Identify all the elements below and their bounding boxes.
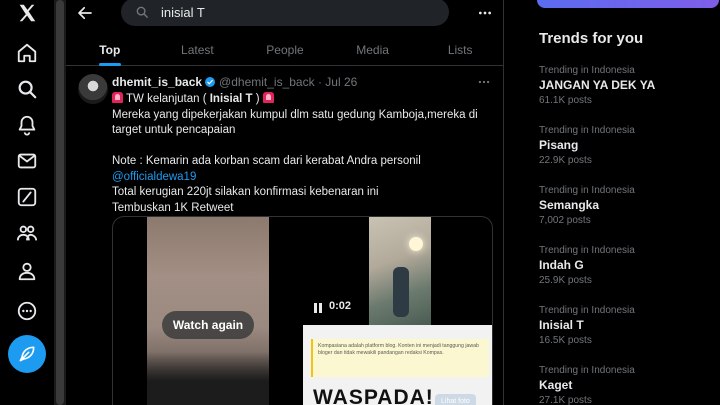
search-icon — [136, 6, 148, 18]
tweet-line: Note : Kemarin ada korban scam dari kera… — [112, 155, 421, 167]
tweet-text-segment: ) — [255, 93, 260, 105]
tweet-line: Mereka yang dipekerjakan kumpul dlm satu… — [112, 108, 478, 121]
tweet-line: Total kerugian 220jt silakan konfirmasi … — [112, 186, 379, 198]
tab-people[interactable]: People — [241, 36, 329, 65]
search-tabs: Top Latest People Media Lists — [66, 36, 503, 66]
watch-again-button[interactable]: Watch again — [162, 311, 254, 339]
trend-meta: Trending in Indonesia — [539, 365, 635, 376]
tweet-media[interactable]: Kompasiana adalah platform blog. Konten … — [112, 216, 493, 405]
tab-media[interactable]: Media — [329, 36, 417, 65]
tab-lists[interactable]: Lists — [416, 36, 503, 65]
trend-item[interactable]: Trending in Indonesia Pisang 22.9K posts — [539, 124, 709, 167]
trend-meta: Trending in Indonesia — [539, 125, 635, 136]
search-header: Top Latest People Media Lists — [66, 0, 503, 66]
search-box[interactable] — [121, 0, 449, 26]
trend-posts: 7,002 posts — [539, 215, 591, 226]
trend-meta: Trending in Indonesia — [539, 65, 635, 76]
trend-item[interactable]: Trending in Indonesia JANGAN YA DEK YA 6… — [539, 64, 709, 107]
siren-emoji-icon — [112, 92, 123, 103]
notifications-icon[interactable] — [10, 108, 44, 142]
trend-name: Semangka — [539, 198, 600, 212]
home-icon[interactable] — [10, 36, 44, 70]
trend-name: Kaget — [539, 378, 573, 392]
main-column: Top Latest People Media Lists dhemit_is_… — [66, 0, 504, 405]
scrollbar-thumb[interactable] — [56, 0, 64, 405]
tweet-text-segment: TW kelanjutan ( — [126, 93, 207, 105]
trend-meta: Trending in Indonesia — [539, 305, 635, 316]
trend-item[interactable]: Trending in Indonesia Indah G 25.9K post… — [539, 244, 709, 287]
tab-latest[interactable]: Latest — [154, 36, 242, 65]
tweet-more-icon[interactable] — [476, 74, 492, 90]
trend-item[interactable]: Trending in Indonesia Kaget 27.1K posts — [539, 364, 709, 405]
mention-link[interactable]: @officialdewa19 — [112, 170, 496, 186]
author-name[interactable]: dhemit_is_back — [112, 75, 202, 89]
pause-icon[interactable] — [313, 303, 323, 313]
messages-icon[interactable] — [10, 144, 44, 178]
verified-badge-icon — [205, 77, 216, 87]
tweet[interactable]: dhemit_is_back @dhemit_is_back · Jul 26 T… — [66, 66, 503, 405]
view-photo-button[interactable]: Lihat foto — [435, 394, 476, 405]
trend-name: Pisang — [539, 138, 579, 152]
tweet-text: TW kelanjutan ( Inisial T ) Mereka yang … — [112, 92, 496, 216]
trend-name: Indah G — [539, 258, 584, 272]
back-arrow-icon[interactable] — [74, 2, 96, 24]
more-circle-icon[interactable] — [10, 294, 44, 328]
photo-thumbnail[interactable] — [369, 217, 431, 325]
photo-light — [409, 237, 423, 251]
trend-meta: Trending in Indonesia — [539, 245, 635, 256]
feather-icon — [19, 346, 35, 362]
trend-item[interactable]: Trending in Indonesia Semangka 7,002 pos… — [539, 184, 709, 227]
trend-posts: 16.5K posts — [539, 335, 592, 346]
trend-name: Inisial T — [539, 318, 584, 332]
search-icon[interactable] — [10, 72, 44, 106]
communities-icon[interactable] — [10, 216, 44, 250]
tweet-header: dhemit_is_back @dhemit_is_back · Jul 26 — [112, 75, 357, 89]
grok-icon[interactable] — [10, 180, 44, 214]
trend-item[interactable]: Trending in Indonesia Inisial T 16.5K po… — [539, 304, 709, 347]
tweet-text-bold: Inisial T — [206, 93, 256, 105]
article-headline: WASPADA! — [313, 386, 434, 405]
right-sidebar: Trends for you Trending in Indonesia JAN… — [505, 0, 720, 405]
trend-name: JANGAN YA DEK YA — [539, 78, 656, 92]
tweet-line: Tembuskan 1K Retweet — [112, 201, 234, 214]
photo-person — [393, 267, 409, 317]
more-options-icon[interactable] — [474, 2, 496, 24]
x-logo-icon[interactable] — [10, 0, 44, 30]
tab-top[interactable]: Top — [66, 36, 154, 66]
post-button[interactable] — [8, 335, 46, 373]
separator-dot: · — [317, 75, 322, 89]
trend-posts: 61.1K posts — [539, 95, 592, 106]
video-shade — [147, 352, 269, 405]
avatar[interactable] — [78, 74, 108, 104]
video-time: 0:02 — [329, 300, 352, 312]
trend-posts: 27.1K posts — [539, 395, 592, 405]
tweet-date[interactable]: Jul 26 — [325, 75, 357, 89]
tweet-line: target untuk pencapaian — [112, 124, 236, 136]
trend-posts: 22.9K posts — [539, 155, 592, 166]
article-note: Kompasiana adalah platform blog. Konten … — [311, 339, 489, 377]
nav-scrollbar[interactable] — [54, 0, 66, 405]
left-nav — [0, 0, 54, 405]
profile-icon[interactable] — [10, 254, 44, 288]
trend-meta: Trending in Indonesia — [539, 185, 635, 196]
trends-title: Trends for you — [539, 30, 644, 47]
article-screenshot[interactable]: Kompasiana adalah platform blog. Konten … — [303, 325, 492, 405]
siren-emoji-icon — [262, 92, 274, 103]
author-handle[interactable]: @dhemit_is_back — [219, 75, 315, 89]
search-input[interactable] — [161, 4, 421, 20]
tweet-line: TW kelanjutan ( Inisial T ) — [112, 92, 496, 108]
premium-banner[interactable] — [537, 0, 719, 8]
trend-posts: 25.9K posts — [539, 275, 592, 286]
